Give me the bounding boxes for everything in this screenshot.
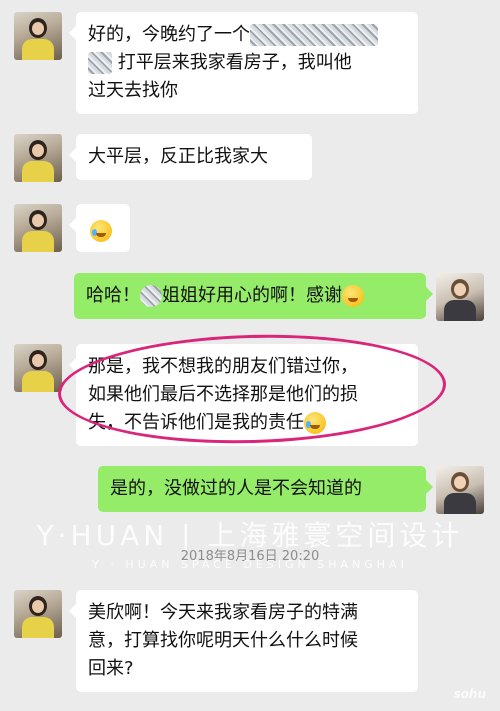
redacted-name (250, 24, 378, 46)
redacted-name (88, 52, 112, 74)
message-bubble-outgoing[interactable]: 哈哈！ 姐姐好用心的啊！感谢 (74, 273, 433, 319)
message-bubble-incoming[interactable] (69, 204, 130, 252)
message-text: 哈哈！ (86, 285, 140, 306)
crying-laughing-emoji (304, 412, 326, 434)
contact-avatar[interactable] (14, 590, 62, 638)
contact-avatar[interactable] (14, 12, 62, 60)
message-text: 好的，今晚约了一个 (88, 24, 250, 45)
message-text: 意，打算找你呢明天什么什么时候 (88, 630, 358, 651)
message-bubble-incoming[interactable]: 那是，我不想我的朋友们错过你， 如果他们最后不选择那是他们的损 失，不告诉他们是… (69, 344, 418, 446)
message-text: 美欣啊！今天来我家看房子的特满 (88, 602, 358, 623)
message-text: 回来? (88, 658, 134, 679)
user-avatar[interactable] (436, 273, 484, 321)
contact-avatar[interactable] (14, 204, 62, 252)
message-text: 打平层来我家看房子，我叫他 (117, 52, 352, 73)
message-text: 如果他们最后不选择那是他们的损 (88, 384, 358, 405)
message-text: 那是，我不想我的朋友们错过你， (88, 356, 358, 377)
watermark-subtitle: Y · HUAN SPACE DESIGN SHANGHAI (92, 558, 408, 571)
user-avatar[interactable] (436, 466, 484, 514)
message-text: 大平层，反正比我家大 (88, 146, 268, 167)
redacted-name (140, 285, 162, 307)
message-bubble-incoming[interactable]: 好的，今晚约了一个 打平层来我家看房子，我叫他 过天去找你 (69, 12, 418, 114)
message-bubble-incoming[interactable]: 美欣啊！今天来我家看房子的特满 意，打算找你呢明天什么什么时候 回来? (69, 590, 418, 692)
message-text: 过天去找你 (88, 80, 178, 101)
contact-avatar[interactable] (14, 134, 62, 182)
crying-laughing-emoji (90, 220, 112, 242)
message-text: 姐姐好用心的啊！感谢 (162, 285, 342, 306)
message-bubble-outgoing[interactable]: 是的，没做过的人是不会知道的 (98, 466, 433, 512)
message-bubble-incoming[interactable]: 大平层，反正比我家大 (69, 134, 312, 180)
corner-watermark-logo: sohu (453, 687, 486, 701)
message-text: 是的，没做过的人是不会知道的 (110, 478, 362, 499)
blowing-kiss-emoji (342, 285, 364, 307)
contact-avatar[interactable] (14, 344, 62, 392)
message-text: 失，不告诉他们是我的责任 (88, 412, 304, 433)
